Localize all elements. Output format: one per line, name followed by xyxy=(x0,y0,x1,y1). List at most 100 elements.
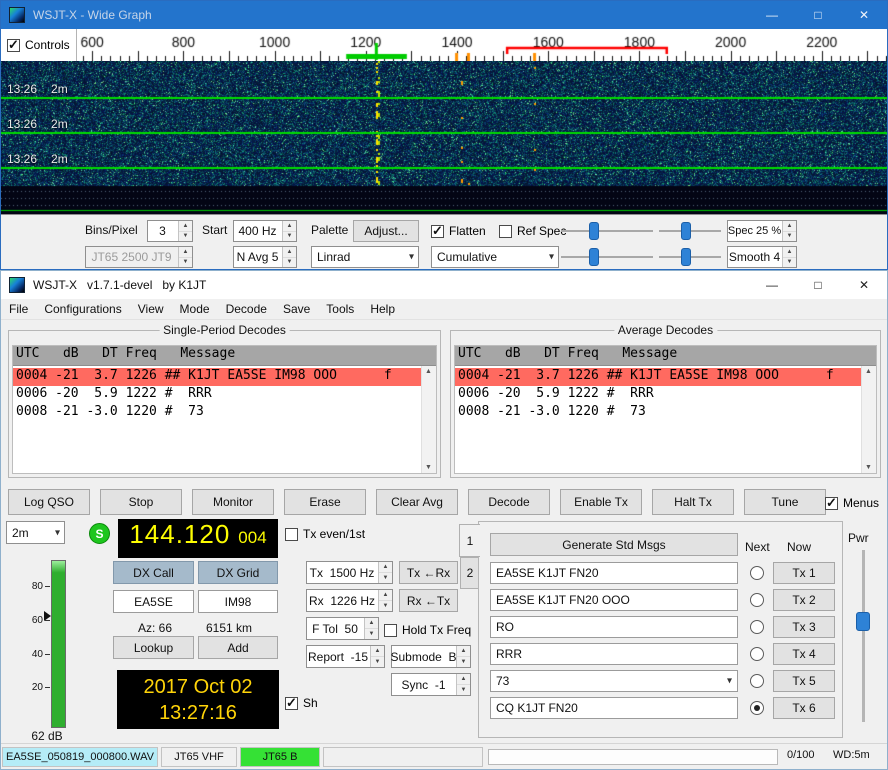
monitor-button[interactable]: Monitor xyxy=(192,489,274,515)
start-spinner[interactable]: 400 Hz ▲▼ xyxy=(233,220,297,242)
minimize-icon[interactable]: — xyxy=(749,271,795,299)
slider-handle[interactable] xyxy=(681,248,691,266)
tx2-message-field[interactable]: EA5SE K1JT FN20 OOO xyxy=(490,589,738,611)
tx-from-rx-button[interactable]: Tx ←Rx xyxy=(399,561,458,584)
tx6-now-button[interactable]: Tx 6 xyxy=(773,697,835,719)
tx4-next-radio[interactable] xyxy=(750,647,764,661)
sync-spinner[interactable]: Sync -1 ▲▼ xyxy=(391,673,471,696)
dx-call-field[interactable]: EA5SE xyxy=(113,590,194,613)
tx5-now-button[interactable]: Tx 5 xyxy=(773,670,835,692)
tx1-now-button[interactable]: Tx 1 xyxy=(773,562,835,584)
spectrum-type-combobox[interactable]: Cumulative xyxy=(431,246,559,268)
slider-handle[interactable] xyxy=(681,222,691,240)
tab-2[interactable]: 2 xyxy=(460,557,480,589)
enable-tx-button[interactable]: Enable Tx xyxy=(560,489,642,515)
tx4-now-button[interactable]: Tx 4 xyxy=(773,643,835,665)
menu-view[interactable]: View xyxy=(130,299,172,319)
tab-1[interactable]: 1 xyxy=(459,524,480,557)
dx-call-button[interactable]: DX Call xyxy=(113,561,194,584)
tx3-message-field[interactable]: RO xyxy=(490,616,738,638)
decode-row[interactable]: 0006 -20 5.9 1222 # RRR xyxy=(13,386,421,404)
log-qso-button[interactable]: Log QSO xyxy=(8,489,90,515)
smooth-spinner[interactable]: Smooth 4 ▲▼ xyxy=(727,246,797,268)
lookup-button[interactable]: Lookup xyxy=(113,636,194,659)
menu-configurations[interactable]: Configurations xyxy=(36,299,129,319)
clear-avg-button[interactable]: Clear Avg xyxy=(376,489,458,515)
spinner-arrows-icon[interactable]: ▲▼ xyxy=(782,221,796,241)
submode-spinner[interactable]: Submode B ▲▼ xyxy=(391,645,471,668)
close-icon[interactable]: ✕ xyxy=(841,1,887,29)
tx3-next-radio[interactable] xyxy=(750,620,764,634)
generate-std-msgs-button[interactable]: Generate Std Msgs xyxy=(490,533,738,556)
waterfall-canvas[interactable] xyxy=(1,61,887,214)
menu-help[interactable]: Help xyxy=(362,299,403,319)
dx-grid-field[interactable]: IM98 xyxy=(198,590,278,613)
wide-graph-titlebar[interactable]: WSJT-X - Wide Graph — □ ✕ xyxy=(1,1,887,29)
tx6-next-radio[interactable] xyxy=(750,701,764,715)
stop-button[interactable]: Stop xyxy=(100,489,182,515)
decode-row[interactable]: 0008 -21 -3.0 1220 # 73 xyxy=(13,404,421,422)
adjust-button[interactable]: Adjust... xyxy=(353,220,419,242)
dx-grid-button[interactable]: DX Grid xyxy=(198,561,278,584)
bins-pixel-spinner[interactable]: 3 ▲▼ xyxy=(147,220,193,242)
spinner-arrows-icon[interactable]: ▲▼ xyxy=(456,646,470,667)
menu-mode[interactable]: Mode xyxy=(172,299,218,319)
spectrum-zero-slider[interactable] xyxy=(659,246,721,268)
maximize-icon[interactable]: □ xyxy=(795,271,841,299)
tx1-message-field[interactable]: EA5SE K1JT FN20 xyxy=(490,562,738,584)
halt-tx-button[interactable]: Halt Tx xyxy=(652,489,734,515)
waterfall-gain-slider[interactable] xyxy=(561,220,653,242)
n-avg-spinner[interactable]: N Avg 5 ▲▼ xyxy=(233,246,297,268)
tx6-message-field[interactable]: CQ K1JT FN20 xyxy=(490,697,738,719)
spinner-arrows-icon[interactable]: ▲▼ xyxy=(378,562,392,583)
flatten-checkbox[interactable]: Flatten xyxy=(431,222,486,240)
spinner-arrows-icon[interactable]: ▲▼ xyxy=(456,674,470,695)
pwr-slider[interactable] xyxy=(862,550,865,722)
spinner-arrows-icon[interactable]: ▲▼ xyxy=(378,590,392,611)
add-button[interactable]: Add xyxy=(198,636,278,659)
sh-checkbox[interactable]: Sh xyxy=(285,694,318,712)
decode-row[interactable]: 0008 -21 -3.0 1220 # 73 xyxy=(455,404,861,422)
tx-freq-spinner[interactable]: Tx 1500 Hz ▲▼ xyxy=(306,561,393,584)
waterfall-zero-slider[interactable] xyxy=(659,220,721,242)
rig-status-indicator[interactable]: S xyxy=(89,523,110,544)
menus-checkbox[interactable]: Menus xyxy=(825,494,879,512)
menu-file[interactable]: File xyxy=(1,299,36,319)
menu-tools[interactable]: Tools xyxy=(318,299,362,319)
palette-combobox[interactable]: Linrad xyxy=(311,246,419,268)
decode-row[interactable]: 0006 -20 5.9 1222 # RRR xyxy=(455,386,861,404)
decode-button[interactable]: Decode xyxy=(468,489,550,515)
frequency-ruler-canvas[interactable] xyxy=(1,31,887,61)
decode-table-body[interactable]: 0004 -21 3.7 1226 ## K1JT EA5SE IM98 OOO… xyxy=(455,366,876,473)
scrollbar[interactable] xyxy=(861,366,876,473)
tx5-message-combobox[interactable]: 73 xyxy=(490,670,738,692)
rx-freq-spinner[interactable]: Rx 1226 Hz ▲▼ xyxy=(306,589,393,612)
hold-tx-freq-checkbox[interactable]: Hold Tx Freq xyxy=(384,621,471,639)
spectrum-gain-slider[interactable] xyxy=(561,246,653,268)
spec-percent-spinner[interactable]: Spec 25 % ▲▼ xyxy=(727,220,797,242)
tune-button[interactable]: Tune xyxy=(744,489,826,515)
maximize-icon[interactable]: □ xyxy=(795,1,841,29)
decode-table-body[interactable]: 0004 -21 3.7 1226 ## K1JT EA5SE IM98 OOO… xyxy=(13,366,436,473)
tx3-now-button[interactable]: Tx 3 xyxy=(773,616,835,638)
tx-even-checkbox[interactable]: Tx even/1st xyxy=(285,525,365,543)
waterfall[interactable]: 13:26 2m 13:26 2m 13:26 2m xyxy=(1,61,887,214)
decode-row[interactable]: 0004 -21 3.7 1226 ## K1JT EA5SE IM98 OOO… xyxy=(455,368,861,386)
tx1-next-radio[interactable] xyxy=(750,566,764,580)
band-combobox[interactable]: 2m xyxy=(6,521,65,544)
erase-button[interactable]: Erase xyxy=(284,489,366,515)
close-icon[interactable]: ✕ xyxy=(841,271,887,299)
spinner-arrows-icon[interactable]: ▲▼ xyxy=(282,247,296,267)
tx2-now-button[interactable]: Tx 2 xyxy=(773,589,835,611)
spinner-arrows-icon[interactable]: ▲▼ xyxy=(178,221,192,241)
ref-spec-checkbox[interactable]: Ref Spec xyxy=(499,222,566,240)
pwr-slider-handle[interactable] xyxy=(856,612,870,631)
spinner-arrows-icon[interactable]: ▲▼ xyxy=(782,247,796,267)
menu-decode[interactable]: Decode xyxy=(218,299,275,319)
report-spinner[interactable]: Report -15 ▲▼ xyxy=(306,645,385,668)
slider-handle[interactable] xyxy=(589,222,599,240)
slider-handle[interactable] xyxy=(589,248,599,266)
rx-from-tx-button[interactable]: Rx ←Tx xyxy=(399,589,458,612)
main-titlebar[interactable]: WSJT-X v1.7.1-devel by K1JT — □ ✕ xyxy=(1,271,887,299)
controls-checkbox[interactable]: Controls xyxy=(7,36,70,54)
